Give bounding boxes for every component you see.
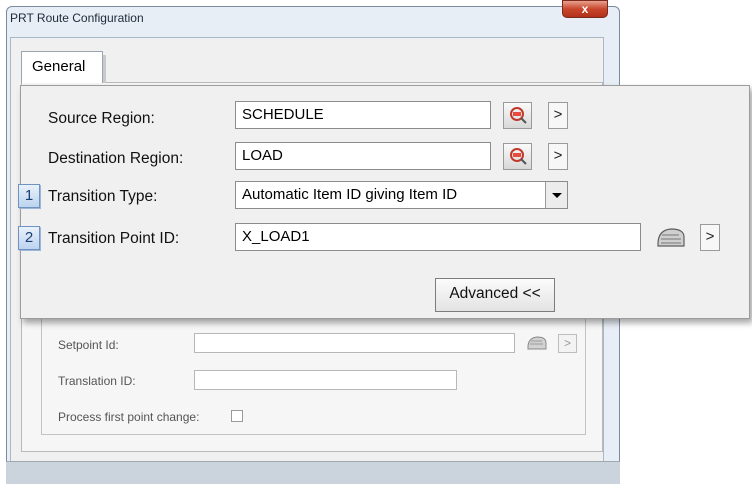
window-title: PRT Route Configuration (10, 11, 144, 25)
source-region-field[interactable]: SCHEDULE (235, 101, 491, 129)
tab-general[interactable]: General (21, 51, 103, 83)
close-button[interactable]: x (562, 0, 608, 18)
transition-point-arrow-button[interactable]: > (700, 224, 720, 251)
dialog-bottom-strip (6, 461, 620, 484)
transition-point-id-label: Transition Point ID: (48, 230, 180, 247)
setpoint-arrow-button[interactable]: > (558, 334, 577, 353)
transition-type-value: Automatic Item ID giving Item ID (242, 186, 458, 203)
destination-region-arrow-button[interactable]: > (548, 143, 568, 170)
destination-region-field[interactable]: LOAD (235, 142, 491, 170)
point-browser-icon[interactable] (654, 224, 688, 251)
setpoint-id-label: Setpoint Id: (58, 338, 119, 352)
transition-type-label: Transition Type: (48, 188, 158, 205)
process-first-point-change-checkbox[interactable] (231, 410, 243, 422)
destination-region-label: Destination Region: (48, 150, 184, 167)
region-picker-icon (510, 107, 527, 124)
translation-id-label: Translation ID: (58, 374, 136, 388)
source-region-picker-button[interactable] (503, 102, 532, 129)
setpoint-id-field[interactable] (194, 333, 515, 353)
chevron-down-icon (552, 193, 562, 198)
translation-id-field[interactable] (194, 370, 457, 390)
advanced-button[interactable]: Advanced << (435, 278, 555, 312)
callout-badge-1: 1 (18, 184, 40, 208)
dropdown-arrow-button[interactable] (545, 182, 567, 208)
callout-badge-2: 2 (18, 226, 40, 250)
region-picker-icon (510, 148, 527, 165)
source-region-arrow-button[interactable]: > (548, 102, 568, 129)
source-region-label: Source Region: (48, 110, 155, 127)
transition-point-id-field[interactable]: X_LOAD1 (235, 223, 641, 251)
point-browser-icon[interactable] (525, 333, 549, 353)
tab-separator (103, 55, 106, 83)
destination-region-picker-button[interactable] (503, 143, 532, 170)
transition-type-dropdown[interactable]: Automatic Item ID giving Item ID (235, 181, 568, 209)
process-first-point-change-label: Process first point change: (58, 410, 200, 424)
